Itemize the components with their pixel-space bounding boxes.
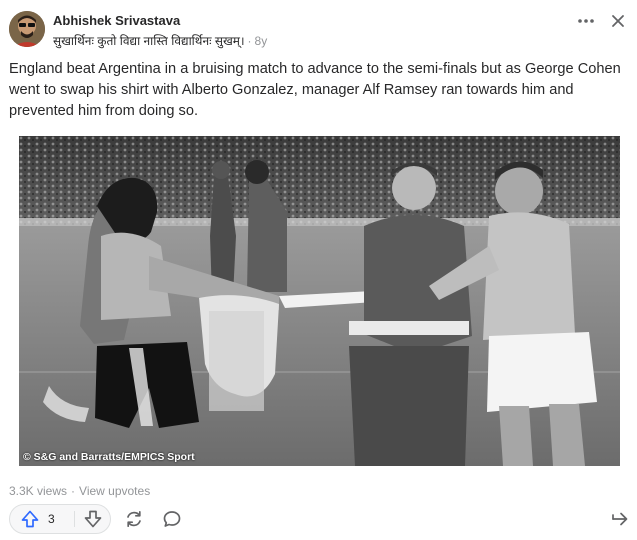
- author-credential: सुखार्थिनः कुतो विद्या नास्ति विद्यार्थि…: [53, 32, 267, 49]
- vote-pill: 3: [9, 504, 111, 534]
- share-button[interactable]: [608, 507, 632, 531]
- more-options-icon[interactable]: [575, 10, 597, 32]
- stats-separator: ·: [71, 484, 76, 498]
- tagline[interactable]: सुखार्थिनः कुतो विद्या नास्ति विद्यार्थि…: [53, 34, 245, 48]
- author-name[interactable]: Abhishek Srivastava: [53, 13, 180, 28]
- separator: ·: [247, 34, 252, 48]
- vote-divider: [74, 511, 75, 527]
- author-avatar[interactable]: [9, 11, 45, 47]
- post-image[interactable]: © S&G and Barratts/EMPICS Sport: [19, 136, 620, 466]
- reshare-button[interactable]: [122, 507, 146, 531]
- comment-icon: [163, 511, 181, 527]
- reshare-icon: [127, 510, 141, 528]
- image-credit: © S&G and Barratts/EMPICS Sport: [23, 451, 195, 463]
- view-upvotes-link[interactable]: View upvotes: [79, 484, 150, 498]
- view-count: 3.3K views: [9, 484, 68, 498]
- post-card: Abhishek Srivastava सुखार्थिनः कुतो विद्…: [0, 0, 637, 540]
- comment-button[interactable]: [160, 507, 184, 531]
- post-text: England beat Argentina in a bruising mat…: [9, 61, 621, 119]
- post-stats: 3.3K views · View upvotes: [9, 484, 150, 498]
- share-icon: [612, 512, 628, 526]
- upvote-icon: [21, 510, 39, 528]
- upvote-button[interactable]: 3: [10, 505, 74, 533]
- downvote-icon: [84, 510, 102, 528]
- upvote-count: 3: [48, 512, 55, 526]
- downvote-button[interactable]: [76, 505, 110, 533]
- close-icon[interactable]: [607, 10, 629, 32]
- post-age[interactable]: 8y: [255, 34, 268, 48]
